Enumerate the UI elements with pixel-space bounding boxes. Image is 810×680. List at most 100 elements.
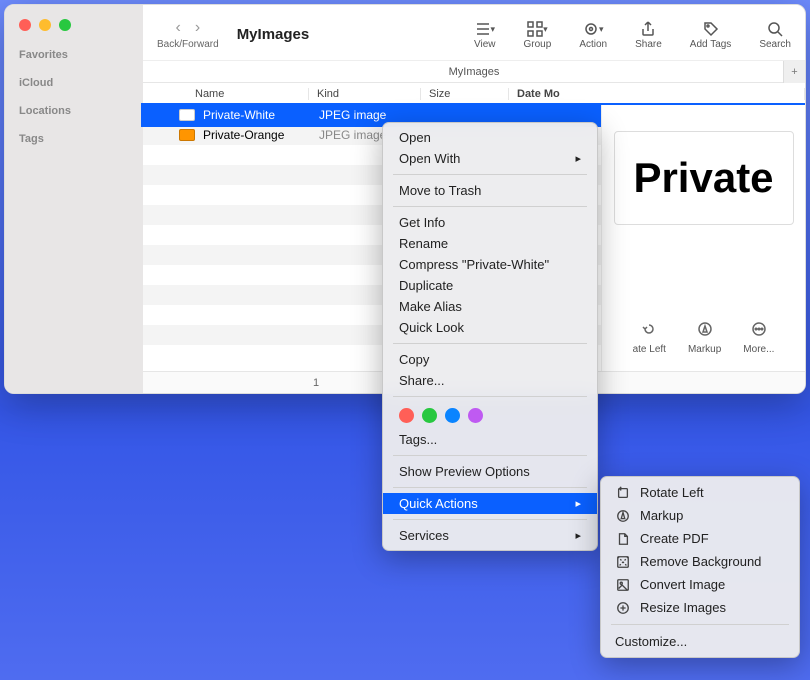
menu-separator	[393, 396, 587, 397]
forward-button[interactable]: ›	[195, 19, 200, 37]
path-bar: MyImages +	[143, 61, 805, 83]
menu-move-to-trash[interactable]: Move to Trash	[383, 180, 597, 201]
menu-get-info[interactable]: Get Info	[383, 212, 597, 233]
menu-open-with[interactable]: Open With▸	[383, 148, 597, 169]
markup-label: Markup	[688, 344, 721, 355]
add-tags-label: Add Tags	[690, 39, 732, 50]
tag-purple[interactable]	[468, 408, 483, 423]
convert-image-icon	[615, 577, 630, 592]
tag-green[interactable]	[422, 408, 437, 423]
column-date[interactable]: Date Mo	[509, 88, 805, 100]
rotate-left-action[interactable]: ate Left	[633, 318, 666, 355]
close-window-button[interactable]	[19, 19, 31, 31]
action-label: Action	[579, 39, 607, 50]
remove-background-icon	[615, 554, 630, 569]
sidebar: Favorites iCloud Locations Tags	[5, 5, 143, 393]
submenu-convert-image[interactable]: Convert Image	[601, 573, 799, 596]
file-thumbnail-icon	[179, 129, 195, 141]
file-thumbnail-icon	[179, 109, 195, 121]
menu-separator	[393, 206, 587, 207]
chevron-right-icon: ▸	[575, 497, 581, 510]
search-label: Search	[759, 39, 791, 50]
submenu-markup[interactable]: Markup	[601, 504, 799, 527]
column-size[interactable]: Size	[421, 88, 509, 100]
tag-blue[interactable]	[445, 408, 460, 423]
markup-icon	[615, 508, 630, 523]
add-tags-button[interactable]: Add Tags	[690, 19, 732, 50]
menu-separator	[393, 487, 587, 488]
menu-compress[interactable]: Compress "Private-White"	[383, 254, 597, 275]
chevron-right-icon: ▸	[575, 529, 581, 542]
menu-make-alias[interactable]: Make Alias	[383, 296, 597, 317]
preview-actions: ate Left Markup More...	[602, 318, 805, 355]
rotate-left-icon	[641, 321, 657, 337]
menu-tags[interactable]: Tags...	[383, 429, 597, 450]
context-menu: Open Open With▸ Move to Trash Get Info R…	[382, 122, 598, 551]
share-label: Share	[635, 39, 662, 50]
markup-action[interactable]: Markup	[688, 318, 721, 355]
menu-services[interactable]: Services▸	[383, 525, 597, 546]
sidebar-section-icloud[interactable]: iCloud	[19, 77, 129, 89]
submenu-resize-images[interactable]: Resize Images	[601, 596, 799, 619]
tag-icon	[703, 21, 719, 37]
back-button[interactable]: ‹	[176, 19, 181, 37]
more-action[interactable]: More...	[743, 318, 774, 355]
zoom-window-button[interactable]	[59, 19, 71, 31]
quick-actions-submenu: Rotate Left Markup Create PDF Remove Bac…	[600, 476, 800, 658]
add-path-button[interactable]: +	[783, 61, 805, 83]
submenu-create-pdf[interactable]: Create PDF	[601, 527, 799, 550]
resize-icon	[615, 600, 630, 615]
path-folder[interactable]: MyImages	[449, 66, 500, 78]
markup-icon	[697, 321, 713, 337]
menu-rename[interactable]: Rename	[383, 233, 597, 254]
gear-icon	[583, 21, 599, 37]
minimize-window-button[interactable]	[39, 19, 51, 31]
menu-show-preview-options[interactable]: Show Preview Options	[383, 461, 597, 482]
window-title: MyImages	[237, 26, 310, 43]
column-header: Name Kind Size Date Mo	[143, 83, 805, 105]
window-controls	[19, 15, 129, 31]
status-text: 1	[313, 377, 319, 389]
menu-open[interactable]: Open	[383, 127, 597, 148]
document-icon	[615, 531, 630, 546]
menu-copy[interactable]: Copy	[383, 349, 597, 370]
share-button[interactable]: Share	[635, 19, 662, 50]
tag-red[interactable]	[399, 408, 414, 423]
menu-quick-look[interactable]: Quick Look	[383, 317, 597, 338]
view-label: View	[474, 39, 496, 50]
submenu-customize[interactable]: Customize...	[601, 630, 799, 653]
search-button[interactable]: Search	[759, 19, 791, 50]
submenu-remove-background[interactable]: Remove Background	[601, 550, 799, 573]
file-kind: JPEG image	[319, 108, 431, 122]
back-forward-label: Back/Forward	[157, 39, 219, 50]
column-kind[interactable]: Kind	[309, 88, 421, 100]
column-name[interactable]: Name	[187, 88, 309, 100]
sidebar-section-tags[interactable]: Tags	[19, 133, 129, 145]
back-forward-group: ‹ › Back/Forward	[157, 19, 219, 50]
more-label: More...	[743, 344, 774, 355]
file-name: Private-Orange	[203, 128, 319, 142]
menu-separator	[393, 343, 587, 344]
sidebar-section-locations[interactable]: Locations	[19, 105, 129, 117]
menu-quick-actions[interactable]: Quick Actions▸	[383, 493, 597, 514]
group-label: Group	[524, 39, 552, 50]
preview-image: Private	[614, 131, 794, 225]
menu-tag-colors	[383, 402, 597, 429]
rotate-left-label: ate Left	[633, 344, 666, 355]
grid-icon	[527, 21, 543, 37]
more-icon	[751, 321, 767, 337]
chevron-right-icon: ▸	[575, 152, 581, 165]
group-button[interactable]: ▾ Group	[524, 19, 552, 50]
menu-duplicate[interactable]: Duplicate	[383, 275, 597, 296]
toolbar: ‹ › Back/Forward MyImages ▾ View ▾ Group…	[143, 5, 805, 61]
file-name: Private-White	[203, 108, 319, 122]
action-button[interactable]: ▾ Action	[579, 19, 607, 50]
share-icon	[640, 21, 656, 37]
rotate-left-icon	[615, 485, 630, 500]
menu-separator	[611, 624, 789, 625]
menu-share[interactable]: Share...	[383, 370, 597, 391]
menu-separator	[393, 455, 587, 456]
view-button[interactable]: ▾ View	[474, 19, 496, 50]
submenu-rotate-left[interactable]: Rotate Left	[601, 481, 799, 504]
sidebar-section-favorites[interactable]: Favorites	[19, 49, 129, 61]
